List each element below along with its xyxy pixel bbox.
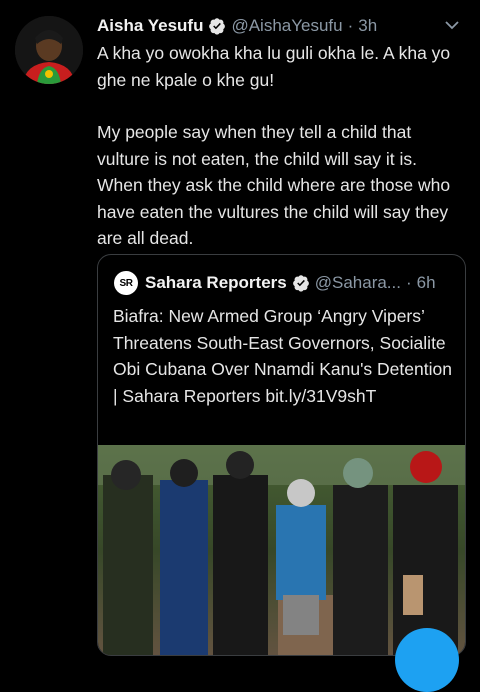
tweet[interactable]: Aisha Yesufu @AishaYesufu · 3h A kha yo … — [0, 0, 480, 692]
quoted-timestamp: 6h — [416, 273, 436, 292]
quoted-author-name: Sahara Reporters — [145, 273, 287, 292]
separator-dot: · — [405, 273, 412, 292]
tweet-text-line-2: My people say when they tell a child tha… — [97, 122, 451, 248]
tweet-text: A kha yo owokha kha lu guli okha le. A k… — [97, 40, 467, 252]
quoted-tweet-header: SR Sahara Reporters @Sahara... · 6h — [114, 270, 453, 296]
author-handle[interactable]: @AishaYesufu — [231, 16, 342, 36]
chevron-down-icon[interactable] — [442, 15, 462, 35]
quoted-tweet-text: Biafra: New Armed Group ‘Angry Vipers’ T… — [113, 306, 452, 406]
tweet-timestamp[interactable]: 3h — [358, 16, 377, 36]
quoted-tweet-image[interactable] — [98, 445, 465, 655]
verified-badge-icon — [209, 18, 226, 35]
author-name[interactable]: Aisha Yesufu — [97, 16, 203, 36]
tweet-text-line-1: A kha yo owokha kha lu guli okha le. A k… — [97, 43, 451, 90]
separator-dot: · — [347, 16, 354, 35]
avatar[interactable] — [15, 16, 83, 84]
verified-badge-icon — [292, 275, 309, 292]
tweet-header: Aisha Yesufu @AishaYesufu · 3h — [97, 12, 466, 40]
sahara-reporters-logo: SR — [114, 271, 138, 295]
quoted-tweet[interactable]: SR Sahara Reporters @Sahara... · 6h Biaf… — [97, 254, 466, 656]
quoted-author-handle: @Sahara... — [314, 273, 401, 292]
compose-tweet-button[interactable] — [395, 628, 459, 692]
